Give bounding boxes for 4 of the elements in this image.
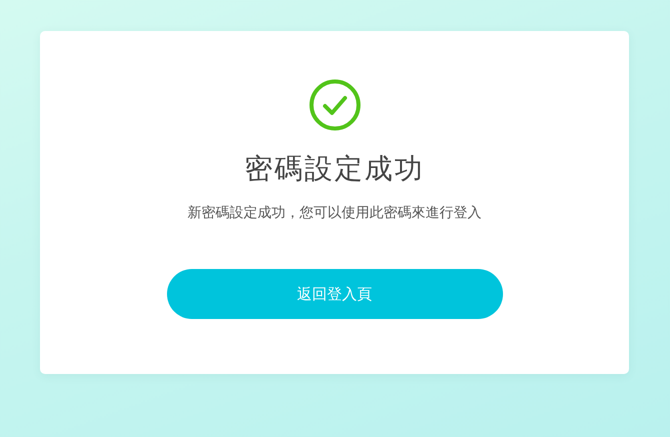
success-title: 密碼設定成功 bbox=[244, 151, 424, 187]
check-circle-icon bbox=[308, 79, 360, 131]
back-to-login-button[interactable]: 返回登入頁 bbox=[166, 269, 502, 319]
success-message: 新密碼設定成功，您可以使用此密碼來進行登入 bbox=[188, 204, 482, 223]
